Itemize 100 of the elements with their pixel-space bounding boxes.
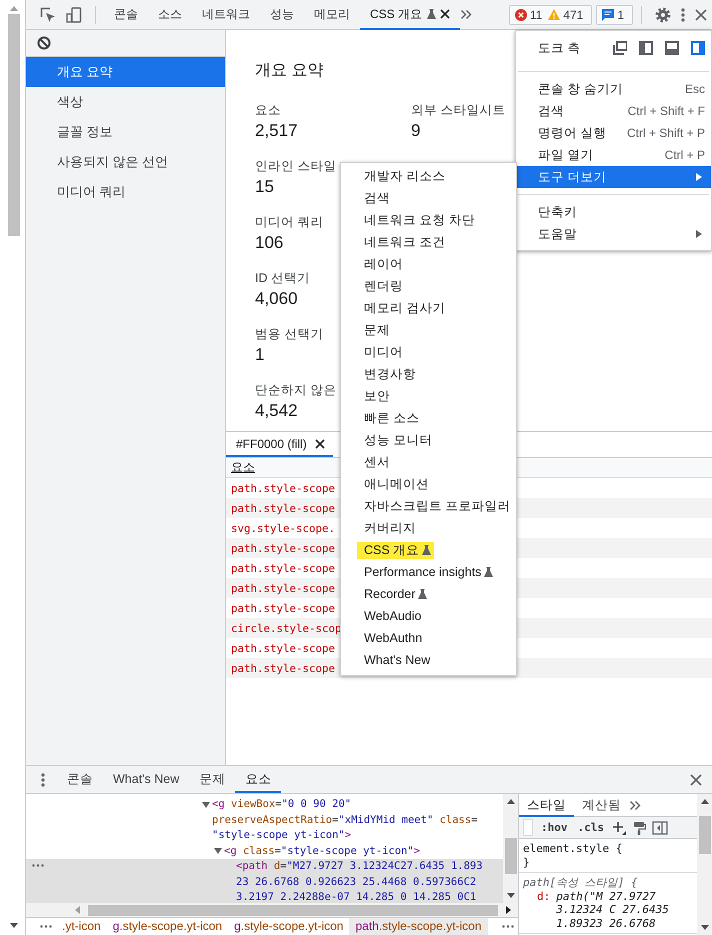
- sidebar-item[interactable]: 사용되지 않은 선언: [26, 147, 225, 177]
- panel-tab[interactable]: 네트워크: [192, 0, 260, 30]
- close-tab-icon[interactable]: [314, 438, 325, 448]
- table-cell[interactable]: path.style-scope: [231, 502, 336, 514]
- menu-item[interactable]: 변경사항: [357, 366, 419, 382]
- scrollbar-thumb[interactable]: [698, 816, 710, 854]
- close-tab-icon[interactable]: [440, 9, 450, 19]
- menu-item[interactable]: 검색: [357, 190, 393, 206]
- toggle-button[interactable]: .cls: [576, 821, 606, 834]
- expand-arrow-icon[interactable]: [202, 800, 210, 809]
- drawer-tab[interactable]: 콘솔: [57, 766, 103, 793]
- menu-item[interactable]: 단축키: [516, 201, 711, 223]
- menu-item[interactable]: 도움말: [516, 223, 711, 245]
- table-cell[interactable]: path.style-scope: [231, 482, 336, 494]
- scroll-up-icon[interactable]: [700, 799, 708, 804]
- menu-item[interactable]: 렌더링: [357, 278, 406, 294]
- menu-item[interactable]: 애니메이션: [357, 476, 432, 492]
- plus-icon[interactable]: [612, 820, 626, 834]
- menu-item[interactable]: Performance insights: [357, 565, 496, 579]
- close-icon[interactable]: [695, 8, 707, 20]
- menu-item[interactable]: 콘솔 창 숨기기 Esc: [516, 78, 711, 100]
- sidebar-item[interactable]: 글꼴 정보: [26, 117, 225, 147]
- filter-field[interactable]: [523, 819, 533, 836]
- menu-item[interactable]: 파일 열기 Ctrl + P: [516, 144, 711, 166]
- dock-bottom-icon[interactable]: [665, 41, 679, 55]
- scroll-right-icon[interactable]: [506, 906, 511, 914]
- inspect-icon[interactable]: [40, 6, 56, 22]
- menu-item[interactable]: 네트워크 요청 차단: [357, 212, 478, 228]
- menu-item[interactable]: 개발자 리소스: [357, 168, 448, 184]
- code-line[interactable]: 3.2197 2.24288e-07 14.285 0 14.285 0C1: [236, 890, 476, 903]
- property-value[interactable]: 3.12324 C 27.6435: [556, 903, 669, 916]
- scroll-up-icon[interactable]: [506, 799, 514, 804]
- sidebar-item[interactable]: 개요 요약: [26, 57, 225, 87]
- menu-item[interactable]: 센서: [357, 454, 393, 470]
- panel-tab[interactable]: 성능: [260, 0, 304, 30]
- drawer-tab[interactable]: What's New: [103, 766, 190, 793]
- close-icon[interactable]: [690, 774, 702, 786]
- table-cell[interactable]: path.style-scope: [231, 542, 336, 554]
- scrollbar-thumb[interactable]: [504, 838, 516, 874]
- breadcrumb[interactable]: g.style-scope.yt-icon: [228, 918, 350, 935]
- issues-counter-button[interactable]: 11 471: [508, 4, 592, 24]
- dock-left-icon[interactable]: [639, 41, 653, 55]
- more-icon[interactable]: [681, 8, 685, 22]
- dock-right-icon[interactable]: [691, 41, 705, 55]
- settings-icon[interactable]: [655, 6, 671, 22]
- menu-item[interactable]: 보안: [357, 388, 393, 404]
- panel-tab[interactable]: 소스: [148, 0, 192, 30]
- sidebar-item[interactable]: 미디어 쿼리: [26, 177, 225, 207]
- scroll-down-icon[interactable]: [506, 893, 514, 898]
- dots-icon[interactable]: [502, 925, 514, 928]
- breadcrumb[interactable]: path.style-scope.yt-icon: [349, 918, 488, 935]
- column-header[interactable]: 요소: [231, 459, 255, 476]
- table-cell[interactable]: path.style-scope: [231, 562, 336, 574]
- device-icon[interactable]: [66, 6, 82, 22]
- code-line[interactable]: <path d="M27.9727 3.12324C27.6435 1.893: [236, 859, 483, 874]
- menu-item[interactable]: 검색 Ctrl + Shift + F: [516, 100, 711, 122]
- drawer-tab[interactable]: 요소: [235, 766, 282, 793]
- table-cell[interactable]: path.style-scope: [231, 642, 336, 654]
- table-cell[interactable]: circle.style-scop: [231, 622, 342, 634]
- menu-item[interactable]: 명령어 실행 Ctrl + Shift + P: [516, 122, 711, 144]
- undock-icon[interactable]: [613, 41, 627, 55]
- sidebar-toggle-icon[interactable]: [652, 820, 668, 834]
- breadcrumb[interactable]: .yt-icon: [56, 918, 107, 935]
- menu-item[interactable]: 메모리 검사기: [357, 300, 448, 316]
- code-line[interactable]: 23 26.6768 0.926623 25.4468 0.597366C2: [236, 874, 476, 890]
- menu-item[interactable]: WebAudio: [357, 609, 424, 623]
- panel-tab[interactable]: 메모리: [304, 0, 360, 30]
- chevron-icon[interactable]: [460, 9, 472, 20]
- dots-icon[interactable]: [40, 925, 52, 928]
- menu-item[interactable]: 자바스크립트 프로파일러: [357, 498, 514, 514]
- breadcrumb[interactable]: g.style-scope.yt-icon: [106, 918, 228, 935]
- menu-item[interactable]: 도구 더보기: [516, 166, 711, 188]
- expand-arrow-icon[interactable]: [214, 847, 222, 856]
- menu-item[interactable]: 문제: [357, 322, 393, 338]
- scroll-down-icon[interactable]: [700, 925, 708, 930]
- table-cell[interactable]: svg.style-scope.: [231, 522, 336, 534]
- menu-item[interactable]: What's New: [357, 653, 434, 667]
- panel-tab[interactable]: CSS 개요: [360, 0, 460, 30]
- toggle-button[interactable]: :hov: [539, 821, 570, 834]
- code-line[interactable]: <g viewBox="0 0 90 20": [212, 797, 352, 812]
- menu-item[interactable]: 레이어: [357, 256, 406, 272]
- paint-roller-icon[interactable]: [632, 820, 646, 834]
- menu-item[interactable]: 커버리지: [357, 520, 419, 536]
- scrollbar-thumb[interactable]: [88, 904, 498, 916]
- table-cell[interactable]: path.style-scope: [231, 582, 336, 594]
- panel-tab[interactable]: 콘솔: [104, 0, 148, 30]
- menu-item[interactable]: 네트워크 조건: [357, 234, 448, 250]
- drawer-tab[interactable]: 문제: [189, 766, 236, 793]
- more-icon[interactable]: [41, 772, 45, 786]
- menu-item[interactable]: 빠른 소스: [357, 410, 422, 426]
- menu-item[interactable]: Recorder: [357, 587, 430, 601]
- menu-item[interactable]: WebAuthn: [357, 631, 426, 645]
- property-name[interactable]: d:: [537, 890, 550, 930]
- code-line[interactable]: preserveAspectRatio="xMidYMid meet" class=: [212, 812, 478, 828]
- code-line[interactable]: <g class="style-scope yt-icon">: [224, 844, 420, 859]
- property-value[interactable]: 1.89323 26.6768: [556, 916, 669, 930]
- messages-counter-button[interactable]: 1: [596, 4, 633, 24]
- sidebar-item[interactable]: 색상: [26, 87, 225, 117]
- table-cell[interactable]: path.style-scope: [231, 662, 336, 674]
- clear-icon[interactable]: [37, 36, 51, 50]
